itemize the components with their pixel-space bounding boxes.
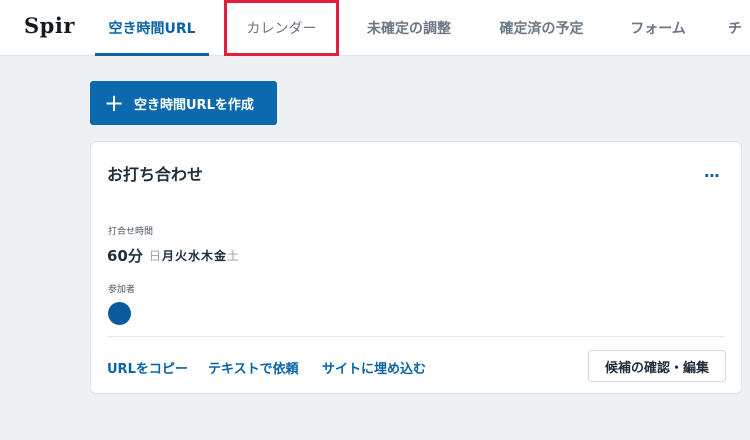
card-divider	[107, 336, 725, 337]
tab-unconfirmed[interactable]: 未確定の調整	[355, 0, 463, 56]
plus-icon: +	[104, 89, 125, 117]
confirm-edit-candidates-button[interactable]: 候補の確認・編集	[588, 350, 726, 382]
tab-label: フォーム	[630, 21, 686, 37]
day-wednesday: 水	[188, 249, 201, 263]
embed-in-site-link[interactable]: サイトに埋め込む	[322, 358, 426, 377]
weekday-list: 日 月 火 水 木 金 土	[149, 247, 240, 264]
confirm-button-label: 候補の確認・編集	[604, 360, 709, 376]
tab-available-time-url[interactable]: 空き時間URL	[95, 0, 209, 56]
tab-label: チ	[728, 21, 742, 37]
tab-label: カレンダー	[246, 21, 317, 37]
duration-value: 60分	[107, 247, 143, 265]
tab-truncated[interactable]: チ	[728, 0, 750, 56]
day-sunday: 日	[149, 249, 162, 263]
day-saturday: 土	[227, 249, 240, 263]
spir-logo[interactable]: Spir	[24, 13, 75, 38]
tab-label: 確定済の予定	[499, 21, 584, 37]
create-available-time-url-button[interactable]: + 空き時間URLを作成	[90, 81, 277, 125]
day-friday: 金	[214, 249, 227, 263]
tab-calendar[interactable]: カレンダー	[224, 0, 339, 56]
day-thursday: 木	[201, 249, 214, 263]
tab-confirmed[interactable]: 確定済の予定	[490, 0, 593, 56]
more-options-icon[interactable]: ...	[704, 162, 720, 181]
tab-forms[interactable]: フォーム	[622, 0, 694, 56]
duration-label: 打合せ時間	[108, 227, 154, 237]
copy-url-link[interactable]: URLをコピー	[107, 358, 188, 377]
day-tuesday: 火	[175, 249, 188, 263]
top-navigation-bar: Spir 空き時間URL カレンダー 未確定の調整 確定済の予定 フォーム チ	[0, 0, 750, 56]
create-button-label: 空き時間URLを作成	[134, 97, 254, 113]
meeting-card: お打ち合わせ ... 打合せ時間 60分 日 月 火 水 木 金 土 参加者 U…	[90, 141, 742, 394]
tab-label: 未確定の調整	[367, 21, 451, 37]
tab-label: 空き時間URL	[108, 21, 196, 37]
day-monday: 月	[162, 249, 175, 263]
participants-label: 参加者	[108, 285, 136, 295]
card-title: お打ち合わせ	[107, 165, 204, 184]
request-by-text-link[interactable]: テキストで依頼	[208, 358, 299, 377]
participant-avatar[interactable]	[108, 302, 131, 325]
